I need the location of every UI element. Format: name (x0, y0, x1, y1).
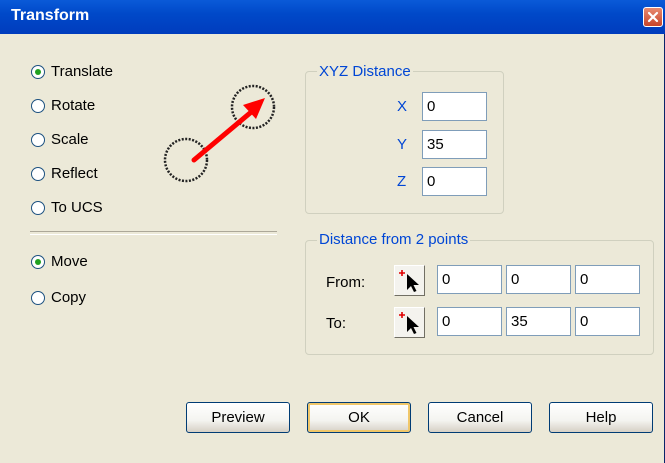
x-label: X (397, 98, 408, 115)
radio-button[interactable] (31, 290, 45, 305)
radio-to-ucs[interactable]: To UCS (31, 199, 103, 216)
to-x-input[interactable]: 0 (437, 307, 502, 336)
close-button[interactable] (643, 7, 663, 27)
preview-button[interactable]: Preview (186, 402, 290, 433)
radio-label: Copy (51, 289, 87, 306)
to-y-input[interactable]: 35 (506, 307, 571, 336)
radio-scale[interactable]: Scale (31, 131, 89, 148)
y-label: Y (397, 136, 408, 153)
z-input[interactable]: 0 (422, 167, 487, 196)
radio-button[interactable] (31, 98, 45, 113)
radio-reflect[interactable]: Reflect (31, 165, 98, 182)
ok-button[interactable]: OK (307, 402, 411, 433)
pick-point-icon (399, 312, 419, 334)
x-input[interactable]: 0 (422, 92, 487, 121)
z-label: Z (397, 173, 407, 190)
radio-label: Rotate (51, 97, 96, 114)
radio-move[interactable]: Move (31, 253, 88, 270)
radio-button[interactable] (31, 254, 45, 269)
radio-label: Scale (51, 131, 89, 148)
radio-button[interactable] (31, 166, 45, 181)
pick-to-button[interactable] (394, 307, 425, 338)
radio-button[interactable] (31, 132, 45, 147)
pick-from-button[interactable] (394, 265, 425, 296)
radio-rotate[interactable]: Rotate (31, 97, 95, 114)
radio-translate[interactable]: Translate (31, 63, 113, 80)
radio-label: To UCS (51, 199, 103, 216)
close-icon (647, 11, 659, 23)
xyz-distance-title: XYZ Distance (317, 63, 413, 80)
from-x-input[interactable]: 0 (437, 265, 502, 294)
separator (30, 231, 277, 235)
radio-copy[interactable]: Copy (31, 289, 86, 306)
title-bar[interactable]: Transform (0, 0, 665, 34)
translate-arrow-icon (163, 84, 276, 183)
from-y-input[interactable]: 0 (506, 265, 571, 294)
two-points-title: Distance from 2 points (317, 231, 471, 248)
from-z-input[interactable]: 0 (575, 265, 640, 294)
radio-label: Reflect (51, 165, 98, 182)
two-points-group (305, 240, 654, 355)
to-z-input[interactable]: 0 (575, 307, 640, 336)
from-label: From: (326, 274, 366, 291)
to-label: To: (326, 315, 347, 332)
radio-button[interactable] (31, 64, 45, 79)
radio-label: Translate (51, 63, 113, 80)
y-input[interactable]: 35 (422, 130, 487, 159)
radio-button[interactable] (31, 200, 45, 215)
transform-dialog: Transform Translate Rotate Scale Reflect… (0, 0, 665, 463)
cancel-button[interactable]: Cancel (428, 402, 532, 433)
window-title: Transform (11, 7, 90, 24)
pick-point-icon (399, 270, 419, 292)
radio-label: Move (51, 253, 88, 270)
help-button[interactable]: Help (549, 402, 653, 433)
